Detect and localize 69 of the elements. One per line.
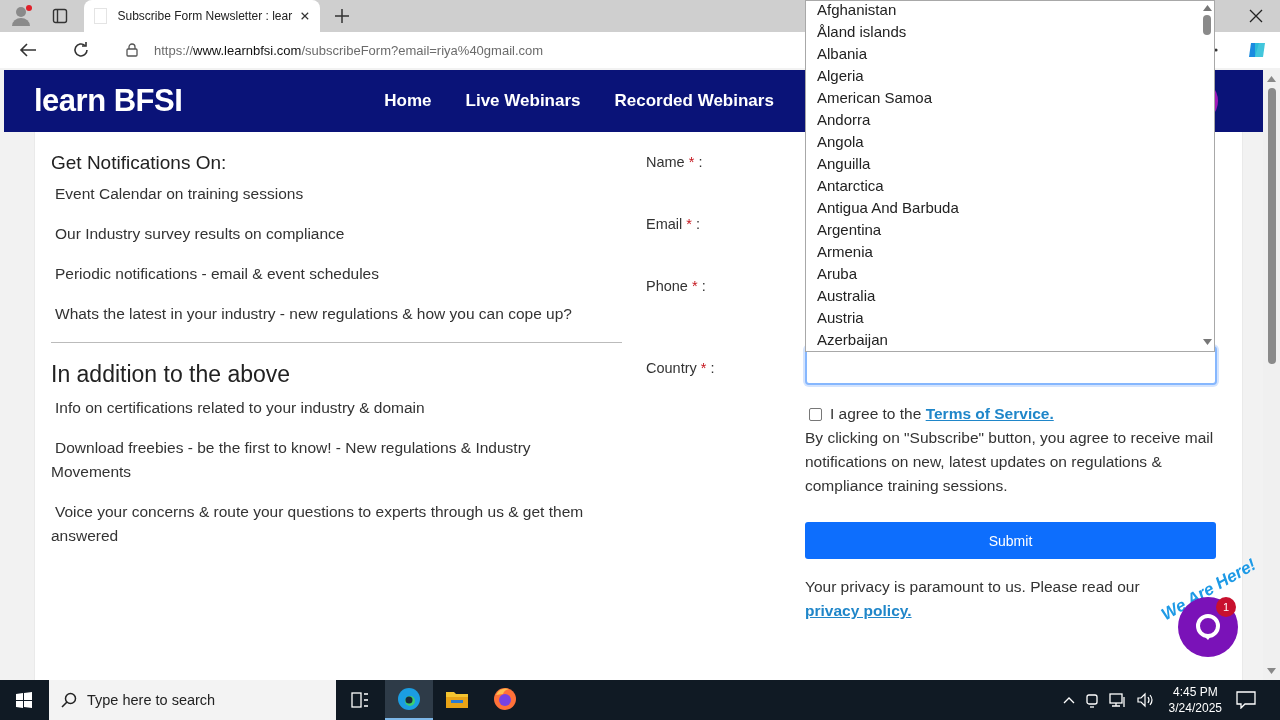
meet-icon[interactable] [1084, 692, 1099, 708]
country-option[interactable]: Australia [817, 287, 1200, 309]
benefit-text: Info on certifications related to your industry & domain [54, 398, 426, 418]
taskbar-search-field[interactable]: Type here to search [49, 680, 336, 720]
agree-text: I agree to the Terms of Service. [830, 404, 1054, 424]
country-option[interactable]: Antigua And Barbuda [817, 199, 1200, 221]
favicon-icon [94, 8, 108, 24]
profile-icon[interactable] [10, 4, 34, 28]
browser-tab[interactable]: Subscribe Form Newsletter : lear [84, 0, 320, 32]
close-icon[interactable] [1249, 9, 1263, 23]
search-icon [61, 692, 77, 708]
task-view-icon[interactable] [351, 692, 369, 708]
country-option[interactable]: Armenia [817, 243, 1200, 265]
country-option[interactable]: Azerbaijan [817, 331, 1200, 353]
benefit-text: Voice your concerns & route your questions to experts through us & get them answered [51, 502, 585, 546]
lock-icon [126, 43, 138, 57]
nav-link[interactable]: Home [384, 91, 432, 111]
scroll-down-icon[interactable] [1267, 668, 1276, 674]
country-option[interactable]: Afghanistan [817, 1, 1200, 23]
benefit-text: Periodic notifications - email & event schedules [54, 264, 380, 284]
chat-icon [1195, 614, 1221, 640]
country-option[interactable]: Angola [817, 133, 1200, 155]
country-option[interactable]: Albania [817, 45, 1200, 67]
country-option[interactable]: Andorra [817, 111, 1200, 133]
terms-link[interactable]: Terms of Service. [925, 405, 1054, 422]
firefox-icon[interactable] [493, 687, 517, 711]
field-label: Country * : [646, 359, 716, 378]
country-option[interactable]: Argentina [817, 221, 1200, 243]
scroll-thumb[interactable] [1203, 15, 1211, 35]
country-option[interactable]: Algeria [817, 67, 1200, 89]
country-option[interactable]: Austria [817, 309, 1200, 331]
benefit-text: Our Industry survey results on compliance [54, 224, 346, 244]
country-option[interactable]: Antarctica [817, 177, 1200, 199]
browser-icon[interactable] [397, 687, 421, 711]
consent-notice: By clicking on "Subscribe" button, you agree to receive mail notifications on new, latest updates on regulations & compliance training sessions. [805, 428, 1215, 496]
privacy-link[interactable]: privacy policy. [805, 602, 912, 619]
scroll-thumb[interactable] [1267, 88, 1276, 364]
field-label: Phone * : [646, 277, 707, 296]
clock-date[interactable]: 3/24/2025 [1168, 700, 1222, 716]
network-icon[interactable] [1108, 692, 1127, 708]
field-label: Email * : [646, 215, 701, 234]
folder-icon[interactable] [445, 689, 469, 709]
windows-start-icon[interactable] [16, 692, 32, 708]
scroll-up-icon[interactable] [1202, 5, 1212, 11]
refresh-icon[interactable] [72, 41, 90, 59]
country-option[interactable]: American Samoa [817, 89, 1200, 111]
clock-time[interactable]: 4:45 PM [1168, 684, 1222, 700]
close-icon[interactable] [300, 10, 310, 22]
tab-actions-icon[interactable] [52, 8, 68, 24]
country-option[interactable]: Åland islands [817, 23, 1200, 45]
new-tab-icon[interactable] [334, 8, 350, 24]
back-icon[interactable] [19, 42, 37, 58]
country-option[interactable]: Anguilla [817, 155, 1200, 177]
scroll-up-icon[interactable] [1267, 76, 1276, 82]
agree-checkbox[interactable] [809, 407, 822, 421]
site-logo[interactable]: learn BFSI [34, 83, 183, 119]
nav-link[interactable]: Live Webinars [465, 91, 581, 111]
section-heading: Get Notifications On: [51, 152, 228, 174]
field-label: Name * : [646, 153, 704, 172]
benefit-text: Download freebies - be the first to know! - New regulations & Industry Movements [51, 438, 532, 482]
country-option[interactable]: Aruba [817, 265, 1200, 287]
volume-icon[interactable] [1136, 692, 1155, 708]
submit-button[interactable]: Submit [805, 522, 1216, 559]
benefit-text: Event Calendar on training sessions [54, 184, 305, 204]
chevron-up-icon[interactable] [1062, 696, 1075, 704]
section-heading: In addition to the above [51, 361, 292, 388]
notifications-icon[interactable] [1236, 691, 1256, 709]
benefit-text: Whats the latest in your industry - new regulations & how you can cope up? [54, 304, 573, 324]
nav-link[interactable]: Recorded Webinars [614, 91, 774, 111]
